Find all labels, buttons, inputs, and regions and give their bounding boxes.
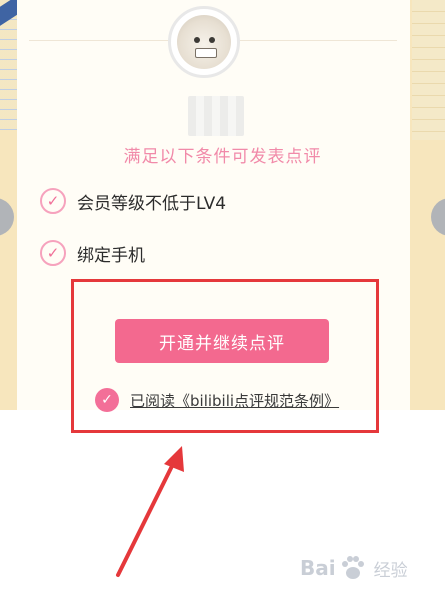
- annotation-highlight-box: [71, 279, 379, 433]
- arrow-head: [164, 446, 184, 472]
- check-icon: ✓: [40, 240, 66, 266]
- avatar-image: [177, 15, 231, 69]
- decor-notepaper-right: [412, 0, 445, 140]
- annotation-arrow: [116, 446, 184, 577]
- condition-label: 绑定手机: [77, 245, 145, 266]
- arrow-shaft: [116, 460, 176, 577]
- paw-icon: [341, 556, 364, 579]
- watermark: Bai 经验: [300, 553, 408, 583]
- check-icon: ✓: [40, 188, 66, 214]
- avatar: [168, 6, 240, 78]
- watermark-brand-a: Bai: [300, 556, 336, 580]
- condition-phone: ✓ 绑定手机: [40, 238, 145, 268]
- watermark-brand-b: 经验: [373, 560, 408, 581]
- conditions-title: 满足以下条件可发表点评: [123, 147, 322, 167]
- condition-level: ✓ 会员等级不低于LV4: [40, 186, 226, 216]
- username-blurred: [188, 96, 244, 136]
- condition-label: 会员等级不低于LV4: [77, 193, 227, 214]
